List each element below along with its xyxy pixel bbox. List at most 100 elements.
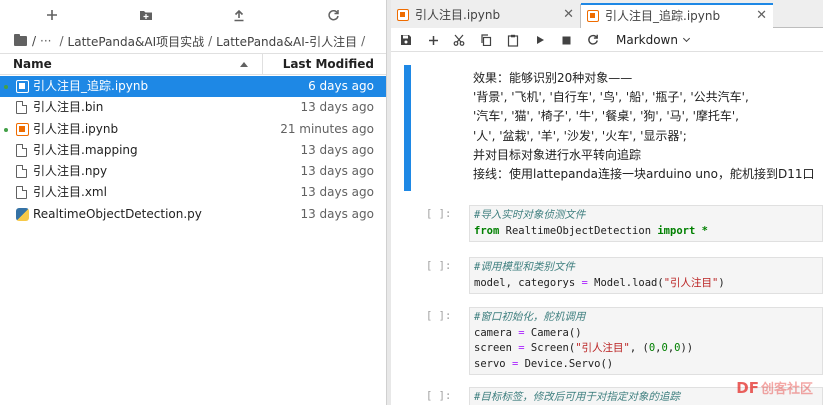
notebook-icon: [587, 10, 599, 22]
folder-icon[interactable]: [14, 34, 27, 46]
close-icon[interactable]: ✕: [563, 4, 574, 26]
notebook-icon: [16, 80, 29, 93]
play-icon: [537, 36, 544, 44]
input-prompt: [ ]:: [426, 390, 452, 402]
cell-type-dropdown[interactable]: Markdown: [616, 31, 691, 49]
watermark-subtitle: 创客社区: [760, 382, 813, 397]
code-editor[interactable]: #导入实时对象侦测文件 from RealtimeObjectDetection …: [469, 205, 823, 242]
breadcrumb-item-project[interactable]: LattePanda&AI项目实战: [68, 33, 205, 50]
tab-label: 引人注目.ipynb: [415, 8, 501, 22]
upload-button[interactable]: [228, 4, 250, 26]
file-name: 引人注目.ipynb: [33, 121, 119, 136]
file-icon: [16, 165, 27, 179]
code-editor[interactable]: #调用模型和类别文件 model, categorys = Model.load(…: [469, 257, 823, 294]
tab-notebook-1[interactable]: 引人注目.ipynb ✕: [391, 4, 581, 28]
file-row[interactable]: 引人注目.ipynb 21 minutes ago: [0, 119, 386, 140]
file-name: RealtimeObjectDetection.py: [33, 206, 202, 221]
tab-label: 引人注目_追踪.ipynb: [605, 9, 721, 23]
file-icon: [16, 143, 27, 157]
tab-bar: 引人注目.ipynb ✕ 引人注目_追踪.ipynb ✕: [391, 0, 823, 29]
sort-ascending-icon: [240, 62, 248, 67]
code-line: screen = Screen("引人注目", (0,0,0)): [474, 342, 694, 354]
new-folder-button[interactable]: [135, 4, 157, 26]
file-name: 引人注目.xml: [33, 185, 107, 200]
file-browser-toolbar: [0, 0, 386, 30]
notebook-panel: 引人注目.ipynb ✕ 引人注目_追踪.ipynb ✕ Markdown 效果…: [391, 0, 823, 405]
copy-button[interactable]: [477, 31, 495, 49]
notebook-icon: [16, 122, 29, 136]
tab-notebook-2[interactable]: 引人注目_追踪.ipynb ✕: [581, 3, 773, 29]
breadcrumb-separator: /: [361, 34, 366, 48]
upload-icon: [234, 9, 244, 21]
copy-icon: [481, 34, 492, 46]
file-modified: 6 days ago: [308, 79, 374, 93]
input-prompt: [ ]:: [426, 260, 452, 272]
notebook-icon: [397, 9, 409, 21]
name-column-header[interactable]: Name: [13, 57, 52, 71]
new-folder-icon: [140, 11, 152, 20]
breadcrumb: / ··· / LattePanda&AI项目实战 / LattePanda&A…: [14, 31, 369, 51]
file-row[interactable]: RealtimeObjectDetection.py 13 days ago: [0, 204, 386, 225]
breadcrumb-separator: /: [208, 34, 213, 48]
file-row[interactable]: 引人注目_追踪.ipynb 6 days ago: [0, 76, 386, 98]
save-icon: [401, 35, 411, 45]
file-modified: 13 days ago: [300, 142, 374, 157]
file-modified: 21 minutes ago: [280, 121, 374, 136]
notebook-cells: 效果：能够识别20种对象—— '背景', '飞机', '自行车', '鸟', '船…: [391, 53, 823, 405]
insert-cell-button[interactable]: [424, 31, 442, 49]
breadcrumb-item-current[interactable]: LattePanda&AI-引人注目: [216, 33, 357, 50]
markdown-line: 接线：使用lattepanda连接一块arduino uno，舵机接到D11口: [473, 167, 815, 182]
file-row[interactable]: 引人注目.xml 13 days ago: [0, 182, 386, 203]
column-divider: [262, 54, 263, 74]
interrupt-button[interactable]: [557, 31, 575, 49]
file-row[interactable]: 引人注目.npy 13 days ago: [0, 161, 386, 182]
refresh-icon: [327, 9, 339, 20]
markdown-cell[interactable]: 效果：能够识别20种对象—— '背景', '飞机', '自行车', '鸟', '船…: [404, 65, 823, 191]
new-launcher-button[interactable]: [41, 4, 63, 26]
file-name: 引人注目_追踪.ipynb: [33, 79, 149, 93]
notebook-toolbar: Markdown: [391, 28, 823, 52]
code-line: model, categorys = Model.load("引人注目"): [474, 276, 725, 289]
input-prompt: [ ]:: [426, 208, 452, 220]
breadcrumb-separator: /: [59, 34, 64, 48]
file-list: 引人注目_追踪.ipynb 6 days ago 引人注目.bin 13 days a…: [0, 76, 386, 225]
run-button[interactable]: [531, 31, 549, 49]
file-icon: [16, 186, 27, 200]
jupyterlab-window: / ··· / LattePanda&AI项目实战 / LattePanda&A…: [0, 0, 823, 405]
modified-column-header[interactable]: Last Modified: [283, 57, 374, 71]
markdown-line: 并对目标对象进行水平转向追踪: [473, 147, 642, 162]
active-cell-indicator: [404, 65, 411, 191]
running-indicator-icon: [4, 85, 8, 89]
cut-button[interactable]: [450, 31, 468, 49]
file-row[interactable]: 引人注目.bin 13 days ago: [0, 97, 386, 118]
code-line: #导入实时对象侦测文件: [474, 209, 586, 221]
markdown-line: 效果：能够识别20种对象——: [473, 71, 633, 85]
cell-type-value: Markdown: [616, 33, 678, 47]
restart-icon: [588, 34, 598, 45]
python-icon: [16, 207, 29, 221]
file-name: 引人注目.bin: [33, 100, 104, 115]
close-icon[interactable]: ✕: [756, 5, 767, 27]
refresh-button[interactable]: [322, 4, 344, 26]
code-editor[interactable]: #窗口初始化，舵机调用 camera = Camera() screen = Scr…: [469, 307, 823, 375]
input-prompt: [ ]:: [426, 310, 452, 322]
markdown-line: '汽车', '猫', '椅子', '牛', '餐桌', '狗', '马', '摩…: [473, 109, 739, 124]
file-name: 引人注目.npy: [33, 164, 108, 179]
save-button[interactable]: [397, 31, 415, 49]
stop-icon: [562, 36, 570, 44]
file-icon: [16, 101, 27, 115]
breadcrumb-ellipsis[interactable]: ···: [40, 34, 51, 48]
breadcrumb-root[interactable]: /: [32, 34, 36, 48]
file-name: 引人注目.mapping: [33, 142, 138, 157]
file-list-header: Name Last Modified: [0, 53, 386, 75]
plus-icon: [428, 35, 438, 45]
code-line: camera = Camera(): [474, 326, 582, 339]
file-row[interactable]: 引人注目.mapping 13 days ago: [0, 140, 386, 161]
scissors-icon: [453, 34, 465, 46]
clipboard-icon: [507, 34, 519, 47]
file-browser: / ··· / LattePanda&AI项目实战 / LattePanda&A…: [0, 0, 386, 405]
markdown-rendered-text: 效果：能够识别20种对象—— '背景', '飞机', '自行车', '鸟', '船…: [473, 69, 815, 184]
paste-button[interactable]: [504, 31, 522, 49]
chevron-down-icon: [682, 34, 691, 43]
restart-button[interactable]: [584, 31, 602, 49]
